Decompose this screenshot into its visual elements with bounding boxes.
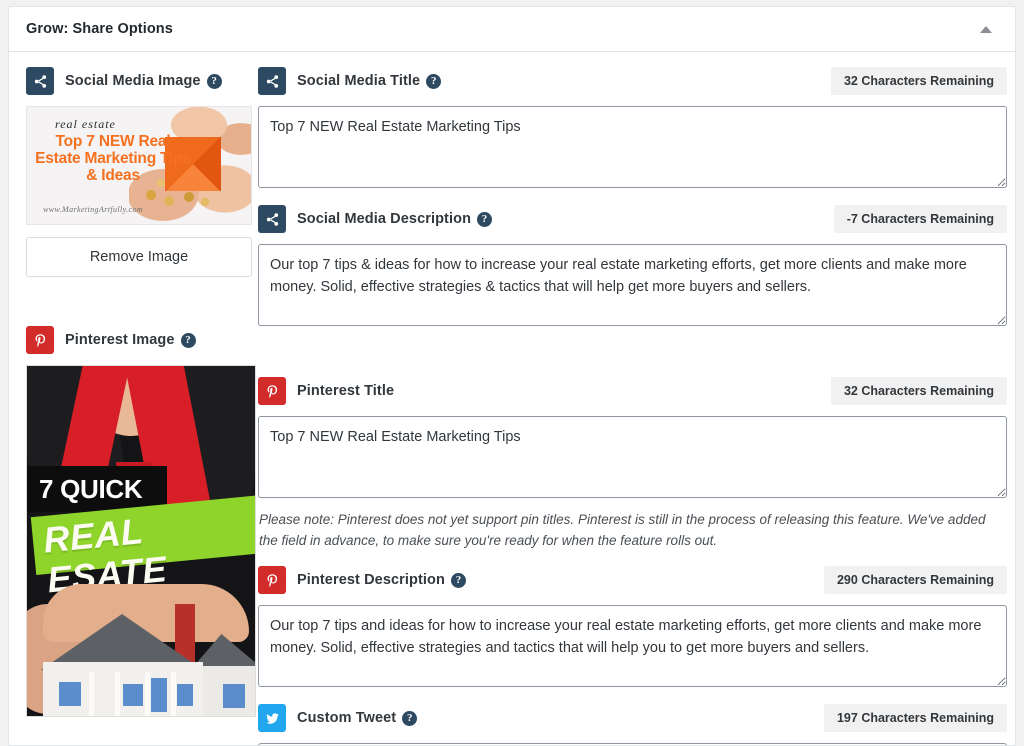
porch-post-graphic <box>171 672 176 716</box>
custom-tweet-field: Custom Tweet? 197 Characters Remaining <box>258 703 1007 745</box>
panel-header: Grow: Share Options <box>9 7 1015 52</box>
social-media-title-label: Social Media Title? <box>297 72 442 90</box>
pinterest-image-header: Pinterest Image? <box>26 325 246 355</box>
social-media-description-input[interactable] <box>258 244 1007 326</box>
media-column: Social Media Image? real estate Top 7 NE… <box>9 66 258 745</box>
porch-post-graphic <box>89 672 94 716</box>
help-icon[interactable]: ? <box>477 212 493 227</box>
remove-image-button[interactable]: Remove Image <box>26 237 252 277</box>
pinterest-description-field: Pinterest Description? 290 Characters Re… <box>258 565 1007 687</box>
caret-up-icon <box>980 25 992 33</box>
share-options-panel: Grow: Share Options Social Media Image ?… <box>8 6 1016 746</box>
pinterest-description-counter: 290 Characters Remaining <box>823 566 1007 594</box>
collapse-panel-button[interactable] <box>973 16 999 42</box>
fields-column: Social Media Title? 32 Characters Remain… <box>258 66 1015 745</box>
social-media-image-label: Social Media Image? <box>65 72 222 90</box>
custom-tweet-counter: 197 Characters Remaining <box>823 704 1007 732</box>
thumbnail-headline: Top 7 NEW Real Estate Marketing Tips & I… <box>35 133 191 184</box>
pinterest-title-counter: 32 Characters Remaining <box>830 377 1007 405</box>
custom-tweet-header: Custom Tweet? 197 Characters Remaining <box>258 703 1007 733</box>
pinterest-title-label: Pinterest Title <box>297 383 395 399</box>
door-graphic <box>151 678 167 712</box>
porch-post-graphic <box>115 672 120 716</box>
window-graphic <box>177 684 193 706</box>
social-media-title-counter: 32 Characters Remaining <box>830 67 1007 95</box>
share-icon <box>26 67 54 95</box>
pinterest-title-note: Please note: Pinterest does not yet supp… <box>259 512 986 548</box>
social-media-title-input[interactable] <box>258 106 1007 188</box>
social-media-title-header: Social Media Title? 32 Characters Remain… <box>258 66 1007 96</box>
pinterest-description-header: Pinterest Description? 290 Characters Re… <box>258 565 1007 595</box>
help-icon[interactable]: ? <box>402 711 418 726</box>
social-media-description-header: Social Media Description? -7 Characters … <box>258 204 1007 234</box>
help-icon[interactable]: ? <box>206 74 222 89</box>
social-media-description-counter: -7 Characters Remaining <box>833 205 1007 233</box>
pinterest-title-header: Pinterest Title 32 Characters Remaining <box>258 376 1007 406</box>
panel-body: Social Media Image? real estate Top 7 NE… <box>9 52 1015 745</box>
social-media-image-header: Social Media Image? <box>26 66 246 96</box>
pinterest-description-label: Pinterest Description? <box>297 571 466 589</box>
porch-post-graphic <box>145 672 150 716</box>
pinterest-image-thumbnail[interactable]: 7 QUICK REAL ESATE <box>26 365 256 717</box>
social-media-image-thumbnail[interactable]: real estate Top 7 NEW Real Estate Market… <box>26 106 252 225</box>
pinterest-image-label: Pinterest Image? <box>65 331 196 349</box>
window-graphic <box>223 684 245 708</box>
help-icon[interactable]: ? <box>450 573 466 588</box>
thumbnail-kicker: real estate <box>55 117 116 131</box>
pin-headline-line1: 7 QUICK <box>39 474 143 504</box>
social-media-description-field: Social Media Description? -7 Characters … <box>258 204 1007 326</box>
twitter-icon <box>258 704 286 732</box>
pinterest-icon <box>258 377 286 405</box>
custom-tweet-label: Custom Tweet? <box>297 709 418 727</box>
pinterest-title-input[interactable] <box>258 416 1007 498</box>
column-spacer <box>26 277 246 325</box>
share-icon <box>258 205 286 233</box>
social-media-description-label: Social Media Description? <box>297 210 493 228</box>
help-icon[interactable]: ? <box>180 333 196 348</box>
share-icon <box>258 67 286 95</box>
social-media-title-field: Social Media Title? 32 Characters Remain… <box>258 66 1007 188</box>
window-graphic <box>59 682 81 706</box>
pinterest-description-input[interactable] <box>258 605 1007 687</box>
pinterest-icon <box>258 566 286 594</box>
pinterest-title-field: Pinterest Title 32 Characters Remaining … <box>258 376 1007 551</box>
window-graphic <box>123 684 143 706</box>
pinterest-icon <box>26 326 54 354</box>
page-title: Grow: Share Options <box>26 21 173 37</box>
thumbnail-url: www.MarketingArtfully.com <box>43 205 144 214</box>
help-icon[interactable]: ? <box>426 74 442 89</box>
